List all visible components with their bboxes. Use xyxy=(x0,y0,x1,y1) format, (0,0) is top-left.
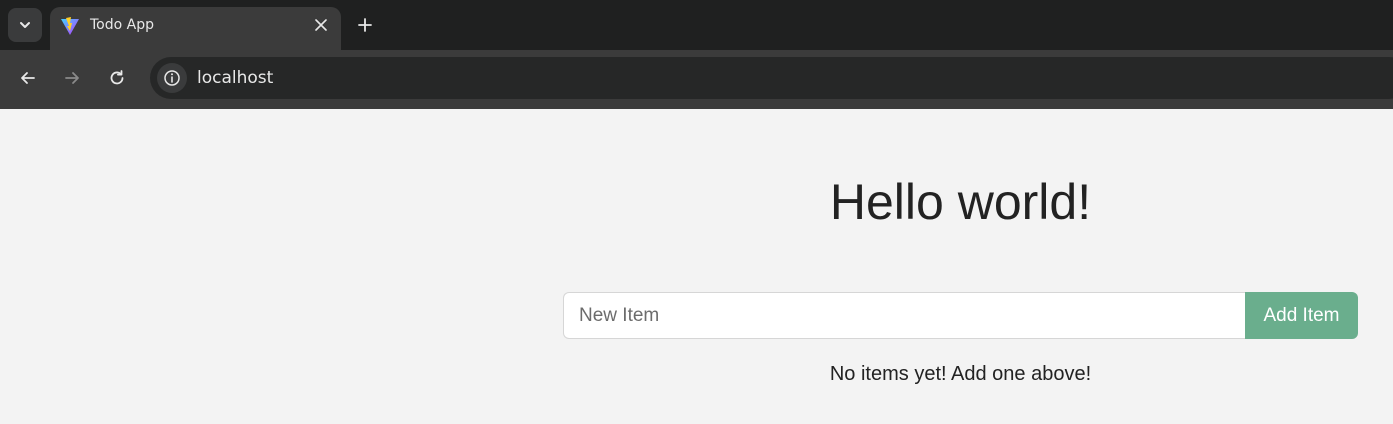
close-icon[interactable] xyxy=(313,17,329,33)
plus-icon xyxy=(358,18,372,32)
new-item-input[interactable] xyxy=(563,292,1246,339)
forward-button[interactable] xyxy=(58,64,86,92)
browser-toolbar: localhost xyxy=(0,50,1393,109)
page-title: Hello world! xyxy=(829,174,1092,230)
reload-icon xyxy=(110,70,124,85)
new-tab-button[interactable] xyxy=(352,12,378,38)
site-info-button[interactable] xyxy=(157,63,187,93)
tab-strip: Todo App xyxy=(0,0,1393,50)
url-text: localhost xyxy=(197,68,274,88)
reload-button[interactable] xyxy=(103,64,131,92)
arrow-left-icon xyxy=(21,72,35,84)
empty-state-message: No items yet! Add one above! xyxy=(829,363,1092,385)
tab-search-button[interactable] xyxy=(8,8,42,42)
add-item-button[interactable]: Add Item xyxy=(1245,292,1358,339)
arrow-right-icon xyxy=(65,72,79,84)
info-icon xyxy=(164,70,180,86)
chevron-down-icon xyxy=(20,22,30,28)
vite-logo-icon xyxy=(61,17,79,35)
back-button[interactable] xyxy=(14,64,42,92)
address-bar[interactable]: localhost xyxy=(150,57,1393,99)
page-content: Hello world! Add Item No items yet! Add … xyxy=(0,109,1393,424)
tab-title: Todo App xyxy=(90,17,154,33)
browser-tab[interactable]: Todo App xyxy=(50,7,341,50)
